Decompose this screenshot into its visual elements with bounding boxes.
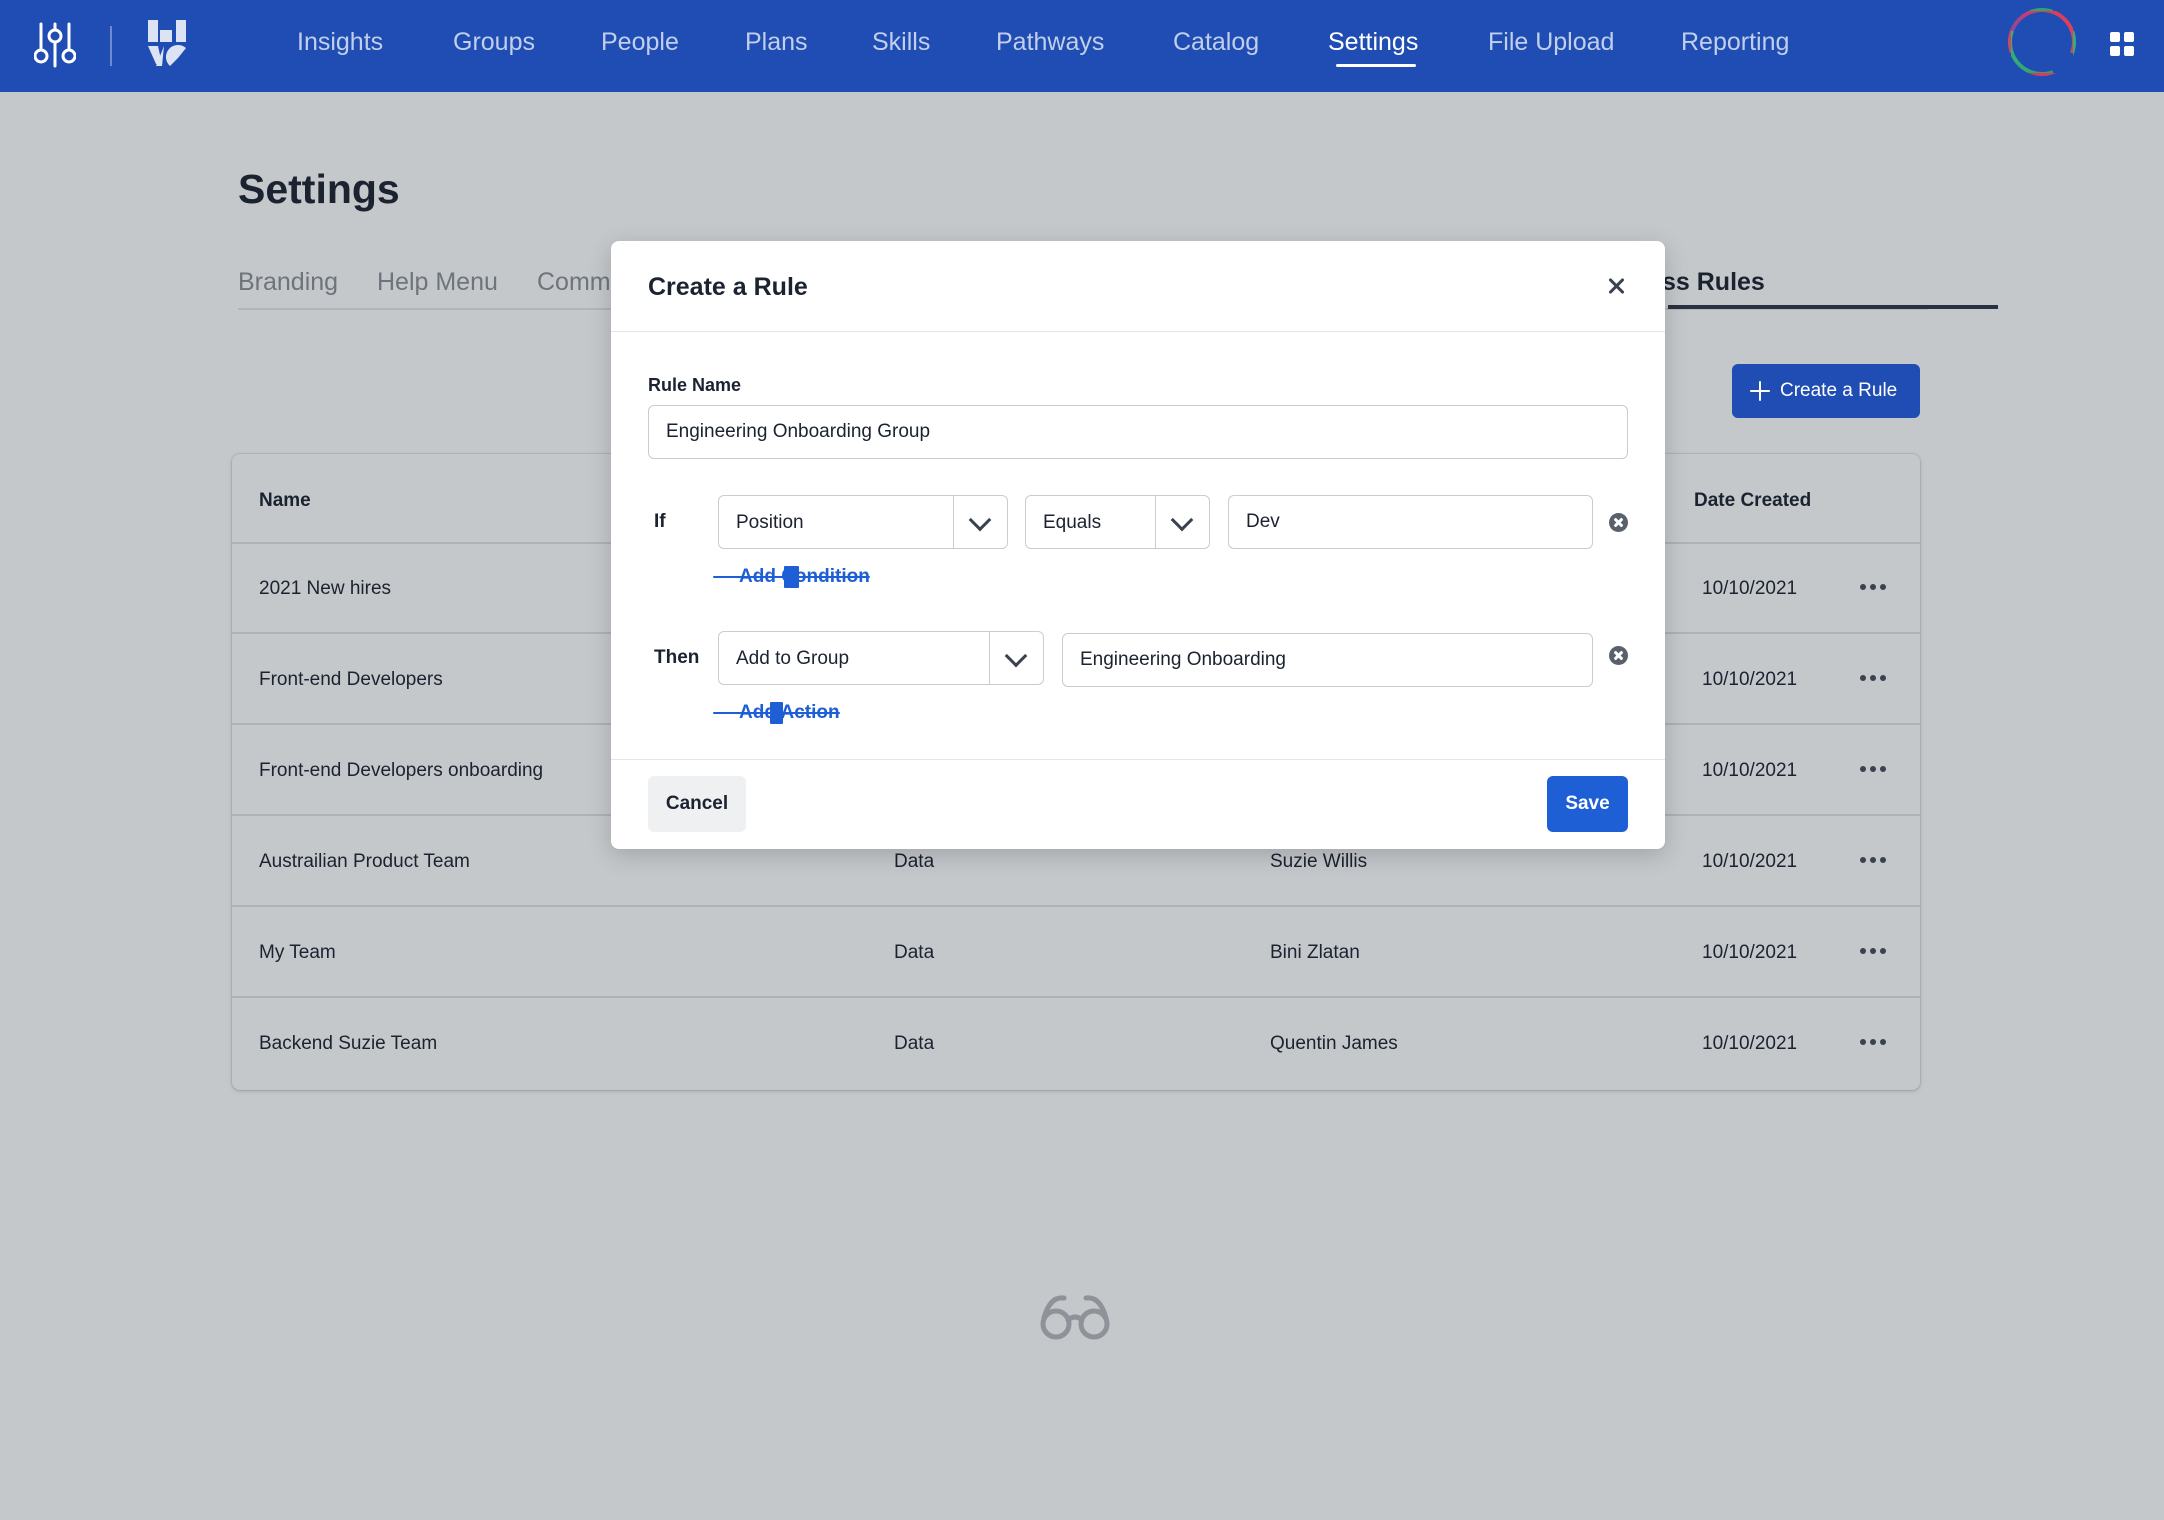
row-owner: Quentin James [1270, 1033, 1398, 1054]
then-action-value: Add to Group [736, 648, 850, 669]
create-rule-dialog: Create a Rule Rule Name If Position Equa… [611, 241, 1665, 849]
column-header-date-created[interactable]: Date Created [1694, 490, 1811, 512]
if-field-value: Position [736, 512, 804, 533]
table-row[interactable]: Backend Suzie Team Data Quentin James 10… [232, 999, 1920, 1089]
remove-condition-icon[interactable] [1609, 513, 1628, 532]
nav-link-plans[interactable]: Plans [745, 28, 808, 57]
nav-divider [110, 26, 112, 66]
nav-link-catalog[interactable]: Catalog [1173, 28, 1259, 57]
add-action-link[interactable]: Add Action [713, 702, 840, 724]
sliders-icon[interactable] [34, 20, 76, 70]
nav-link-people[interactable]: People [601, 28, 679, 57]
dialog-footer: Cancel Save [611, 759, 1665, 849]
create-rule-label: Create a Rule [1780, 380, 1898, 401]
row-date: 10/10/2021 [1702, 1033, 1798, 1054]
table-row[interactable]: My Team Data Bini Zlatan 10/10/2021 [232, 908, 1920, 998]
cancel-button[interactable]: Cancel [648, 776, 746, 832]
close-icon[interactable] [1605, 274, 1629, 298]
row-date: 10/10/2021 [1702, 669, 1798, 690]
tab-rules[interactable]: ss Rules [1662, 268, 1765, 297]
rule-name-label: Rule Name [648, 375, 742, 395]
row-owner: Suzie Willis [1270, 851, 1368, 872]
then-label: Then [654, 647, 700, 668]
avatar[interactable] [2008, 8, 2076, 76]
plus-icon [713, 569, 729, 585]
chevron-down-icon [1004, 644, 1028, 668]
create-rule-button[interactable]: Create a Rule [1732, 364, 1920, 418]
nav-link-skills[interactable]: Skills [872, 28, 930, 57]
nav-link-insights[interactable]: Insights [297, 28, 383, 57]
top-navigation: Insights Groups People Plans Skills Path… [0, 0, 2164, 92]
row-owner: Bini Zlatan [1270, 942, 1360, 963]
row-type: Data [894, 1033, 935, 1054]
if-value-input[interactable] [1228, 495, 1593, 549]
page-title: Settings [238, 166, 400, 212]
row-name: Austrailian Product Team [259, 851, 470, 872]
more-options-icon[interactable] [1860, 584, 1886, 592]
row-name: Backend Suzie Team [259, 1033, 438, 1054]
column-header-name[interactable]: Name [259, 490, 311, 512]
app-logo[interactable] [146, 18, 190, 68]
nav-link-file-upload[interactable]: File Upload [1488, 28, 1614, 57]
row-name: My Team [259, 942, 336, 963]
row-type: Data [894, 851, 935, 872]
then-action-caret[interactable] [989, 632, 1043, 684]
glasses-icon [1040, 1295, 1110, 1340]
app-grid-icon[interactable] [2110, 32, 2134, 56]
tab-active-indicator [1668, 305, 1998, 309]
row-name: Front-end Developers [259, 669, 443, 690]
row-date: 10/10/2021 [1702, 942, 1798, 963]
plus-icon [1750, 381, 1770, 401]
tab-help-menu[interactable]: Help Menu [377, 268, 498, 297]
if-field-caret[interactable] [953, 496, 1007, 548]
row-date: 10/10/2021 [1702, 578, 1798, 599]
remove-action-icon[interactable] [1609, 646, 1628, 665]
chevron-down-icon [1170, 508, 1194, 532]
row-name: 2021 New hires [259, 578, 392, 599]
tab-branding[interactable]: Branding [238, 268, 338, 297]
save-button[interactable]: Save [1547, 776, 1628, 832]
rule-name-input[interactable] [648, 405, 1628, 459]
dialog-title: Create a Rule [648, 273, 808, 301]
if-operator-value: Equals [1043, 512, 1102, 533]
row-date: 10/10/2021 [1702, 760, 1798, 781]
if-operator-select[interactable]: Equals [1025, 495, 1210, 549]
nav-link-settings[interactable]: Settings [1328, 28, 1418, 57]
tab-communications[interactable]: Comm [537, 268, 611, 297]
nav-link-reporting[interactable]: Reporting [1681, 28, 1789, 57]
more-options-icon[interactable] [1860, 675, 1886, 683]
chevron-down-icon [968, 508, 992, 532]
if-field-select[interactable]: Position [718, 495, 1008, 549]
then-value-input[interactable] [1062, 633, 1593, 687]
more-options-icon[interactable] [1860, 857, 1886, 865]
if-operator-caret[interactable] [1155, 496, 1209, 548]
row-date: 10/10/2021 [1702, 851, 1798, 872]
nav-active-indicator [1336, 64, 1416, 67]
add-condition-link[interactable]: Add Condition [713, 566, 870, 588]
more-options-icon[interactable] [1860, 766, 1886, 774]
row-type: Data [894, 942, 935, 963]
if-label: If [654, 511, 666, 532]
plus-icon [713, 705, 729, 721]
row-name: Front-end Developers onboarding [259, 760, 544, 781]
dialog-header: Create a Rule [611, 241, 1665, 332]
more-options-icon[interactable] [1860, 948, 1886, 956]
nav-link-pathways[interactable]: Pathways [996, 28, 1104, 57]
then-action-select[interactable]: Add to Group [718, 631, 1044, 685]
nav-link-groups[interactable]: Groups [453, 28, 535, 57]
more-options-icon[interactable] [1860, 1039, 1886, 1047]
